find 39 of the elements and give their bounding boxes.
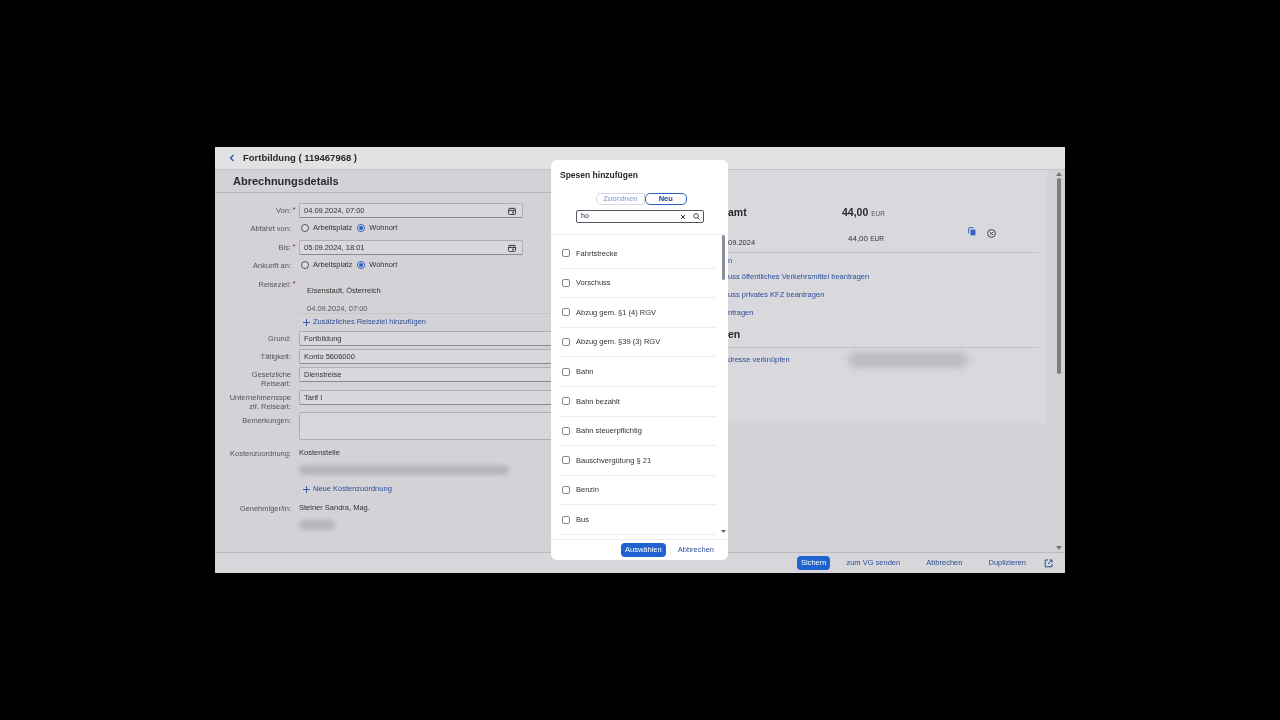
scroll-down-icon[interactable] (721, 530, 726, 533)
remarks-field[interactable] (299, 412, 551, 440)
section-title: Abrechnungsdetails (233, 173, 339, 189)
checkbox[interactable] (562, 367, 570, 376)
share-icon[interactable] (1044, 558, 1053, 568)
radio-button[interactable] (301, 261, 309, 269)
clear-icon[interactable] (680, 213, 686, 220)
copy-icon[interactable] (968, 227, 976, 236)
total-label: amt (728, 205, 748, 221)
checkbox[interactable] (562, 426, 570, 435)
calendar-icon[interactable] (508, 243, 516, 252)
checkbox[interactable] (562, 515, 570, 524)
redacted-area (299, 520, 335, 531)
radio-button[interactable] (301, 224, 309, 232)
scrollbar-thumb[interactable] (1057, 178, 1061, 374)
dialog-title: Spesen hinzufügen (560, 169, 638, 182)
checkbox[interactable] (562, 486, 570, 495)
checkbox[interactable] (562, 308, 570, 317)
page-title: Fortbildung ( 119467968 ) (243, 150, 358, 165)
checkbox[interactable] (562, 249, 570, 258)
required-mark: * (292, 279, 296, 288)
checkbox[interactable] (562, 397, 570, 406)
radio-button[interactable] (357, 224, 366, 232)
checkbox[interactable] (562, 338, 570, 347)
section-title: en (728, 327, 741, 343)
remove-icon[interactable] (987, 229, 996, 238)
required-mark: * (292, 242, 296, 251)
back-icon[interactable] (229, 154, 235, 162)
scrollbar-thumb[interactable] (722, 235, 725, 280)
required-mark: * (292, 205, 296, 214)
plus-icon (303, 318, 310, 326)
plus-icon (303, 485, 310, 493)
scroll-down-icon[interactable] (1056, 546, 1062, 550)
search-icon[interactable] (693, 213, 700, 220)
calendar-icon[interactable] (508, 206, 516, 215)
checkbox[interactable] (562, 456, 570, 465)
checkbox[interactable] (562, 278, 570, 287)
radio-button[interactable] (357, 261, 366, 269)
scroll-up-icon[interactable] (1056, 172, 1062, 176)
